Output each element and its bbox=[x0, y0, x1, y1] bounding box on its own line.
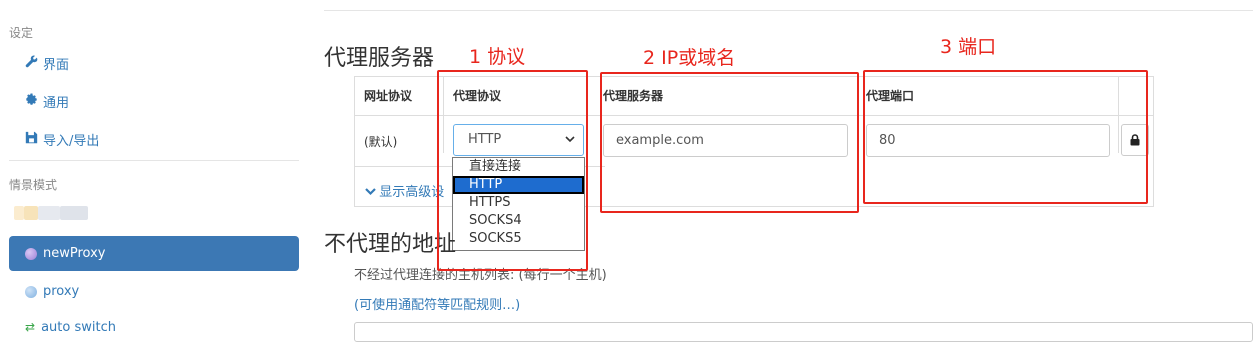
annotation-box-port bbox=[863, 70, 1148, 204]
sidebar-item-label: 通用 bbox=[43, 95, 70, 111]
show-advanced-link[interactable]: 显示高级设 bbox=[365, 181, 444, 200]
chevron-down-icon bbox=[365, 188, 379, 199]
sidebar-item-label: 界面 bbox=[43, 57, 70, 73]
sidebar-item-import-export[interactable]: 导入/导出 bbox=[24, 126, 99, 152]
annotation-label-server: 2 IP或域名 bbox=[643, 47, 736, 69]
annotation-box-protocol bbox=[437, 70, 588, 271]
bypass-wildcard-hint[interactable]: (可使用通配符等匹配规则…) bbox=[354, 294, 520, 313]
sidebar: 设定 界面 通用 导入/导出 情景模式 newProxy proxy ⇄ aut… bbox=[0, 0, 310, 335]
annotation-box-server bbox=[600, 72, 859, 213]
sidebar-item-interface[interactable]: 界面 bbox=[24, 50, 69, 76]
profile-item-auto-switch[interactable]: ⇄ auto switch bbox=[9, 312, 299, 342]
gear-icon bbox=[24, 92, 38, 110]
profile-label: proxy bbox=[43, 284, 80, 299]
bypass-list-textarea[interactable] bbox=[354, 322, 1253, 342]
globe-icon bbox=[25, 247, 37, 260]
blurred-profile-item[interactable] bbox=[14, 202, 88, 224]
profile-label: auto switch bbox=[41, 319, 116, 335]
profiles-section-header: 情景模式 bbox=[9, 178, 58, 192]
annotation-label-protocol: 1 协议 bbox=[469, 46, 526, 68]
profile-item-proxy[interactable]: proxy bbox=[9, 274, 299, 309]
sidebar-item-general[interactable]: 通用 bbox=[24, 88, 69, 114]
floppy-icon bbox=[24, 131, 38, 148]
advanced-label: 显示高级设 bbox=[379, 185, 445, 200]
profile-label: newProxy bbox=[43, 246, 106, 261]
sidebar-item-label: 导入/导出 bbox=[43, 133, 100, 149]
wrench-icon bbox=[24, 55, 38, 72]
sidebar-divider bbox=[9, 160, 299, 161]
annotation-label-port: 3 端口 bbox=[940, 36, 997, 58]
header-url-scheme: 网址协议 bbox=[364, 89, 413, 103]
profile-item-newproxy[interactable]: newProxy bbox=[9, 236, 299, 271]
switch-icon: ⇄ bbox=[25, 320, 36, 334]
globe-icon bbox=[25, 285, 37, 298]
settings-section-header: 设定 bbox=[9, 26, 34, 40]
proxy-servers-title: 代理服务器 bbox=[324, 46, 435, 71]
url-scheme-cell: (默认) bbox=[364, 135, 398, 149]
top-divider bbox=[324, 10, 1253, 11]
